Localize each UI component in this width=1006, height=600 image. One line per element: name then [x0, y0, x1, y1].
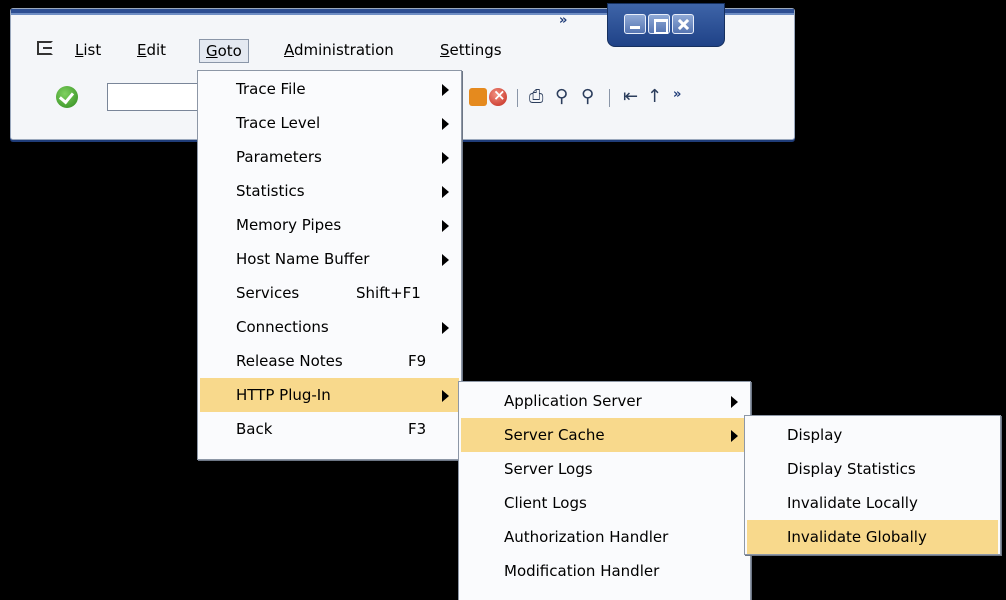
- menu-item-trace-file[interactable]: Trace File: [200, 72, 459, 106]
- submenu-arrow-icon: [442, 118, 449, 130]
- menu-item-client-logs[interactable]: Client Logs: [461, 486, 748, 520]
- menu-item-label: HTTP Plug-In: [236, 386, 331, 404]
- menu-item-display-statistics[interactable]: Display Statistics: [747, 452, 998, 486]
- menu-item-release-notes[interactable]: Release Notes F9: [200, 344, 459, 378]
- menu-item-authorization-handler[interactable]: Authorization Handler: [461, 520, 748, 554]
- submenu-arrow-icon: [731, 430, 738, 442]
- menu-icon[interactable]: [37, 41, 53, 55]
- menu-item-label: Invalidate Locally: [787, 494, 918, 512]
- menu-item-modification-handler[interactable]: Modification Handler: [461, 554, 748, 588]
- menu-item-services[interactable]: Services Shift+F1: [200, 276, 459, 310]
- menu-settings-mnemonic: S: [440, 41, 450, 59]
- submenu-arrow-icon: [442, 254, 449, 266]
- menu-goto-label: oto: [217, 42, 242, 60]
- submenu-arrow-icon: [442, 186, 449, 198]
- menu-item-label: Server Cache: [504, 426, 605, 444]
- menu-item-statistics[interactable]: Statistics: [200, 174, 459, 208]
- menubar: List Edit Goto Administration Settings: [11, 35, 611, 65]
- menu-item-label: Authorization Handler: [504, 528, 669, 546]
- menu-item-http-plug-in[interactable]: HTTP Plug-In: [200, 378, 459, 412]
- menu-item-parameters[interactable]: Parameters: [200, 140, 459, 174]
- menu-item-shortcut: Shift+F1: [356, 284, 421, 302]
- first-page-icon[interactable]: ⇤: [623, 87, 638, 107]
- menu-item-label: Host Name Buffer: [236, 250, 370, 268]
- menu-item-connections[interactable]: Connections: [200, 310, 459, 344]
- menu-item-label: Server Logs: [504, 460, 593, 478]
- menu-list-label: ist: [83, 41, 102, 59]
- http-plug-in-submenu: Application Server Server Cache Server L…: [458, 381, 751, 600]
- submenu-arrow-icon: [442, 152, 449, 164]
- exit-icon[interactable]: [469, 88, 487, 106]
- submenu-arrow-icon: [731, 396, 738, 408]
- enter-icon[interactable]: [56, 86, 78, 108]
- more-toolbar-chevron-icon[interactable]: »: [673, 85, 681, 105]
- print-icon[interactable]: ⎙: [529, 87, 543, 107]
- menu-item-label: Client Logs: [504, 494, 587, 512]
- maximize-button[interactable]: [648, 14, 670, 34]
- find-next-icon[interactable]: ⚲: [581, 87, 594, 107]
- find-icon[interactable]: ⚲: [555, 87, 568, 107]
- menu-item-invalidate-globally[interactable]: Invalidate Globally: [747, 520, 998, 554]
- menu-item-label: Trace Level: [236, 114, 321, 132]
- menu-item-label: Connections: [236, 318, 329, 336]
- submenu-arrow-icon: [442, 84, 449, 96]
- menu-item-label: Back: [236, 420, 273, 438]
- menu-item-label: Display: [787, 426, 843, 444]
- menu-administration[interactable]: Administration: [278, 39, 400, 63]
- menu-item-label: Modification Handler: [504, 562, 660, 580]
- menu-item-label: Memory Pipes: [236, 216, 342, 234]
- menu-item-back[interactable]: Back F3: [200, 412, 459, 446]
- menu-item-server-logs[interactable]: Server Logs: [461, 452, 748, 486]
- menu-goto[interactable]: Goto: [199, 39, 249, 63]
- cancel-icon[interactable]: [489, 85, 507, 106]
- server-cache-submenu: Display Display Statistics Invalidate Lo…: [744, 415, 1001, 555]
- menu-item-label: Application Server: [504, 392, 642, 410]
- submenu-arrow-icon: [442, 322, 449, 334]
- toolbar-separator: [609, 89, 610, 107]
- submenu-arrow-icon: [442, 220, 449, 232]
- menu-item-trace-level[interactable]: Trace Level: [200, 106, 459, 140]
- window-controls: [607, 3, 725, 47]
- minimize-button[interactable]: [624, 14, 646, 34]
- close-button[interactable]: [672, 14, 694, 34]
- menu-item-label: Parameters: [236, 148, 322, 166]
- menu-item-label: Display Statistics: [787, 460, 916, 478]
- menu-edit[interactable]: Edit: [131, 39, 172, 63]
- more-menus-chevron-icon[interactable]: »: [559, 13, 567, 28]
- menu-item-application-server[interactable]: Application Server: [461, 384, 748, 418]
- toolbar-separator: [517, 89, 518, 107]
- menu-item-server-cache[interactable]: Server Cache: [461, 418, 748, 452]
- menu-item-label: Trace File: [236, 80, 306, 98]
- menu-administration-mnemonic: A: [284, 41, 294, 59]
- menu-item-label: Services: [236, 284, 300, 302]
- menu-goto-mnemonic: G: [206, 42, 218, 60]
- menu-item-invalidate-locally[interactable]: Invalidate Locally: [747, 486, 998, 520]
- menu-item-shortcut: F9: [408, 352, 427, 370]
- menu-settings[interactable]: Settings: [434, 39, 508, 63]
- menu-item-label: Statistics: [236, 182, 305, 200]
- menu-item-memory-pipes[interactable]: Memory Pipes: [200, 208, 459, 242]
- menu-item-label: Invalidate Globally: [787, 528, 927, 546]
- menu-item-host-name-buffer[interactable]: Host Name Buffer: [200, 242, 459, 276]
- menu-list[interactable]: List: [69, 39, 107, 63]
- goto-menu: Trace File Trace Level Parameters Statis…: [197, 70, 462, 460]
- previous-page-icon[interactable]: ↑: [647, 87, 662, 107]
- menu-settings-label: ettings: [449, 41, 502, 59]
- submenu-arrow-icon: [442, 390, 449, 402]
- menu-item-display[interactable]: Display: [747, 418, 998, 452]
- menu-edit-label: dit: [146, 41, 167, 59]
- menu-administration-label: dministration: [294, 41, 394, 59]
- menu-item-shortcut: F3: [408, 420, 427, 438]
- menu-item-label: Release Notes: [236, 352, 343, 370]
